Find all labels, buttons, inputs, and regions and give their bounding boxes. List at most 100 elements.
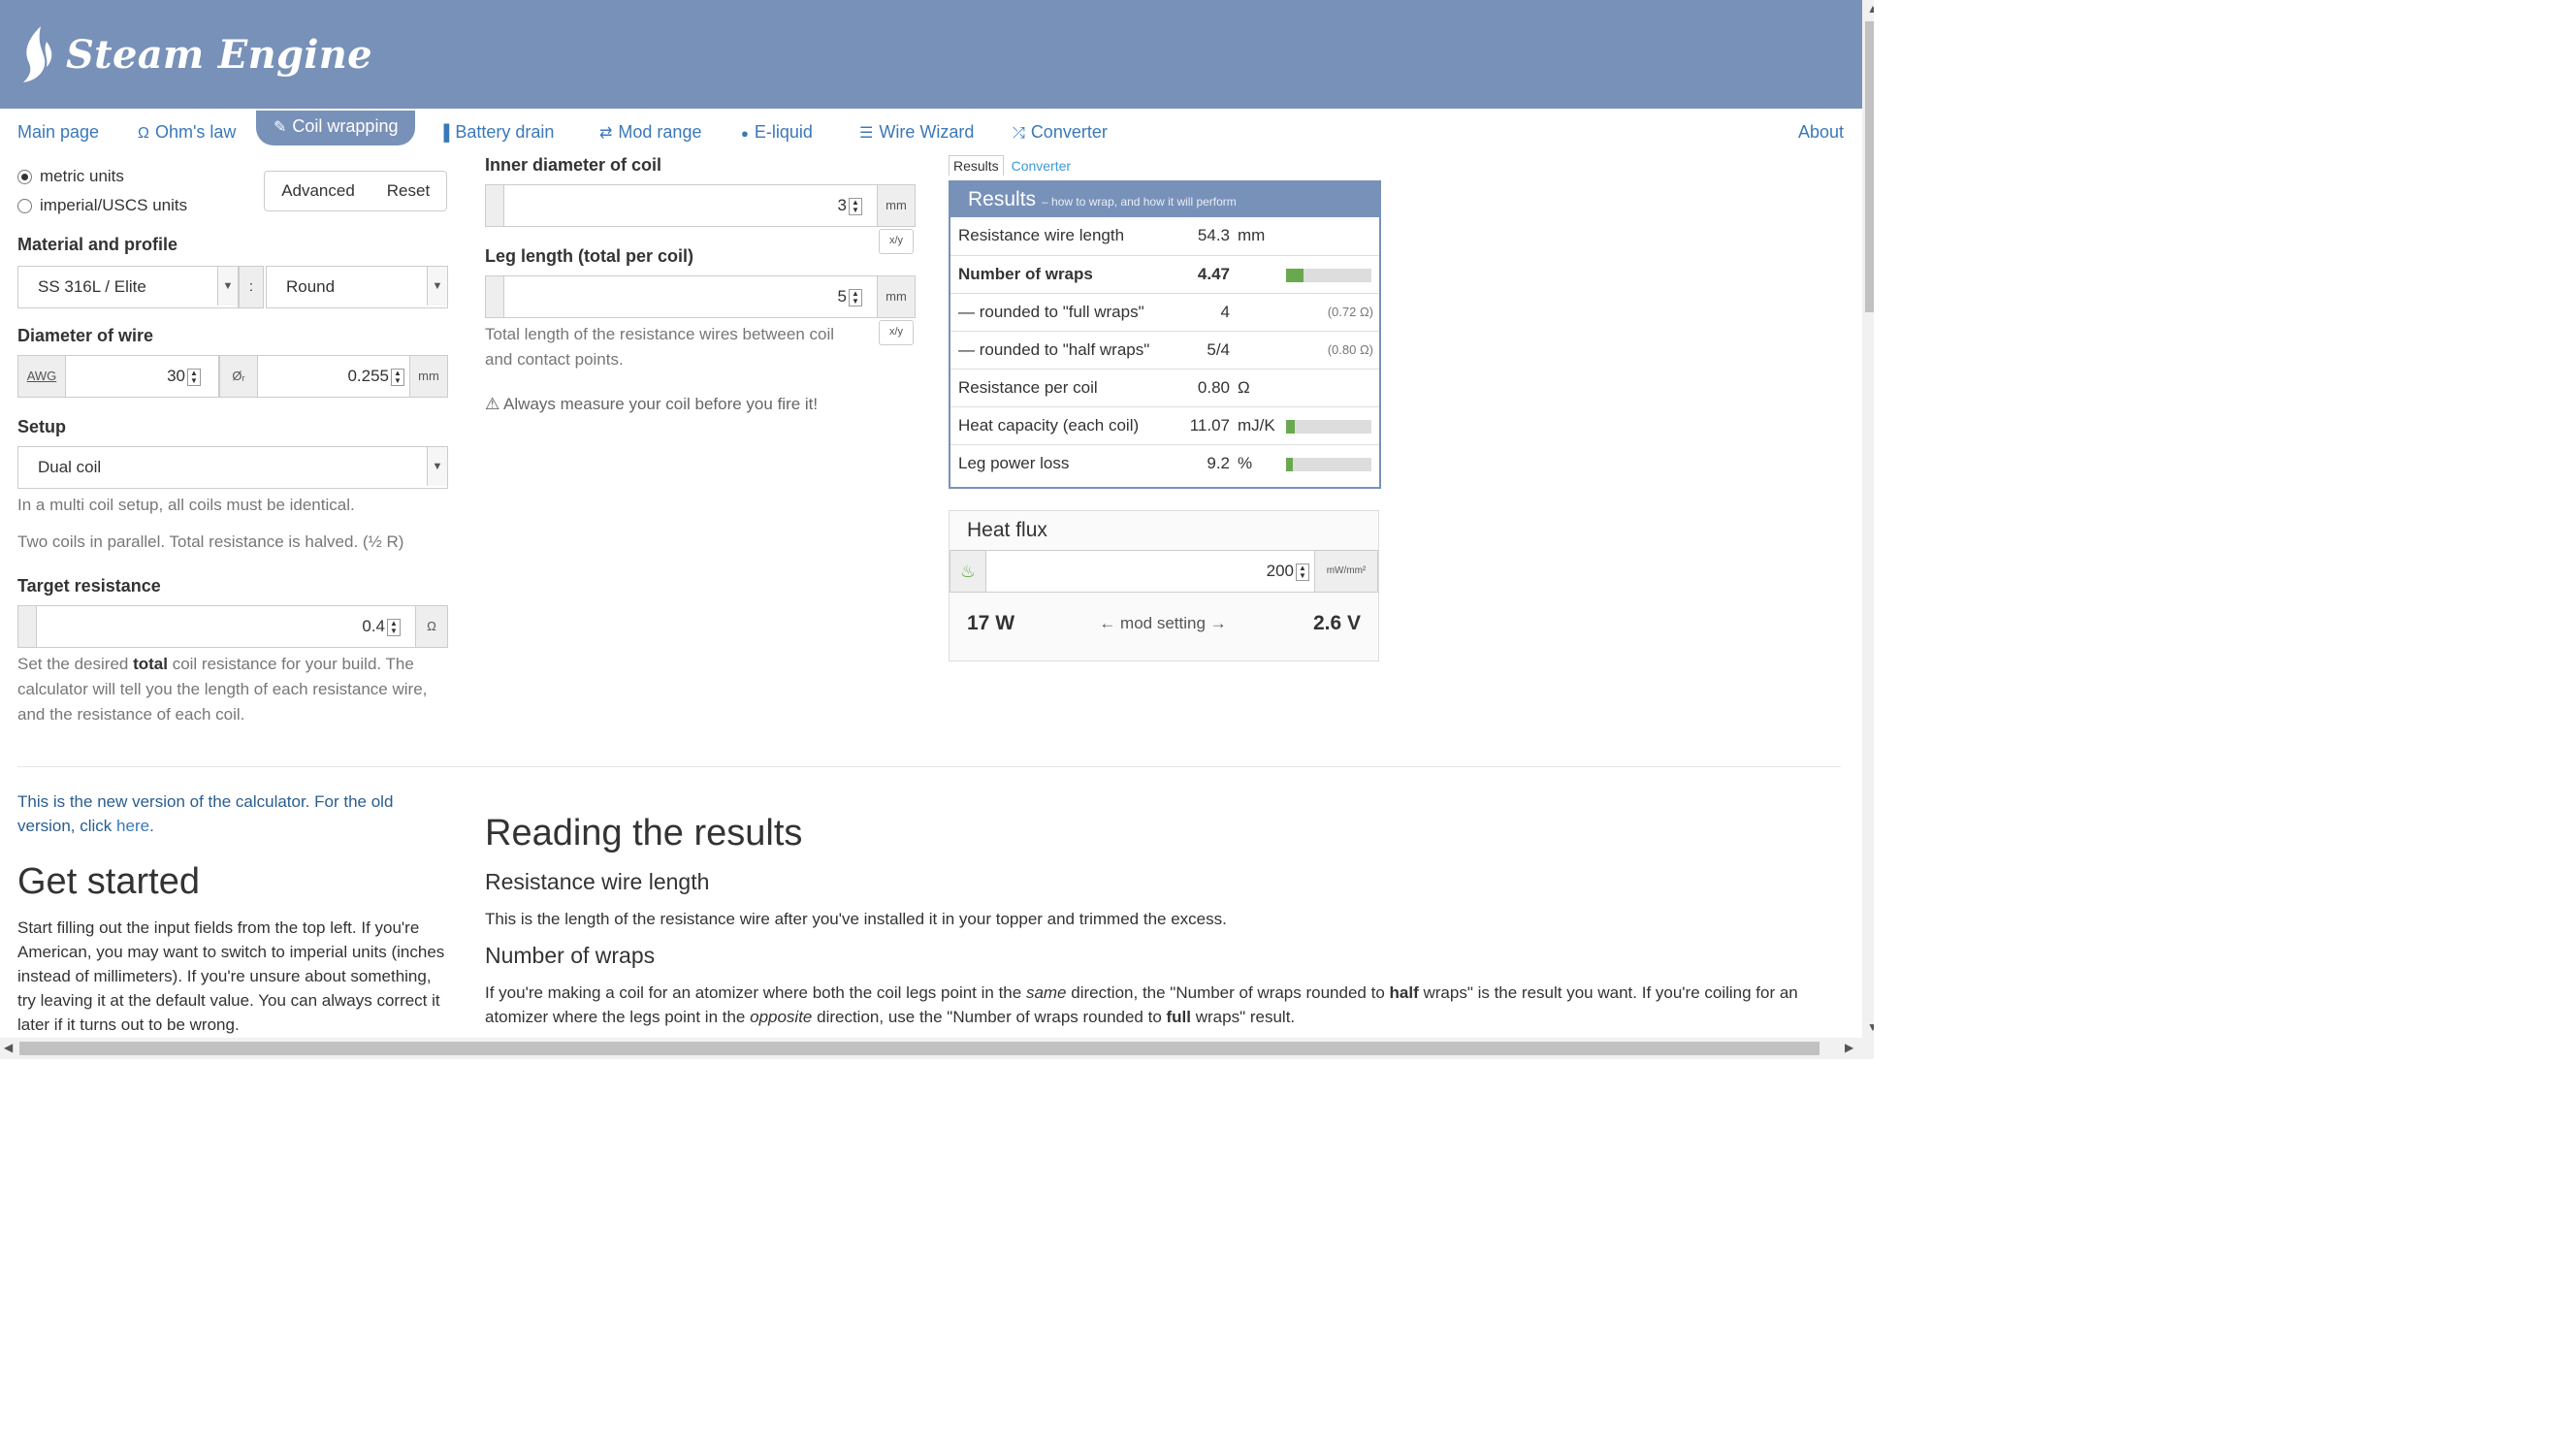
spinner-icon[interactable]: ▲ ▼ bbox=[849, 197, 862, 215]
scroll-down-icon[interactable]: ▼ bbox=[1867, 1020, 1874, 1034]
inner-diameter-input[interactable]: 3 ▲ ▼ bbox=[507, 185, 862, 226]
nav-mod-range[interactable]: ⇄ Mod range bbox=[599, 116, 701, 147]
result-row-full-wraps: — rounded to "full wraps" 4 (0.72 Ω) bbox=[950, 293, 1379, 331]
nav-label: Converter bbox=[1030, 122, 1108, 142]
result-unit: % bbox=[1238, 454, 1253, 472]
horizontal-scrollbar[interactable]: ◀ ▶ bbox=[0, 1038, 1862, 1059]
nav-converter[interactable]: ⤮ Converter bbox=[1013, 116, 1108, 147]
material-select[interactable]: SS 316L / Elite ▼ bbox=[17, 266, 239, 308]
setup-description: Two coils in parallel. Total resistance … bbox=[17, 532, 404, 551]
old-version-link[interactable]: here bbox=[116, 817, 149, 835]
site-logo[interactable]: Steam Engine bbox=[17, 23, 372, 85]
warning-text: Always measure your coil before you fire… bbox=[503, 395, 819, 413]
spinner-icon[interactable]: ▲ ▼ bbox=[391, 368, 404, 386]
diameter-label: Diameter of wire bbox=[17, 326, 154, 345]
scroll-right-icon[interactable]: ▶ bbox=[1845, 1041, 1853, 1054]
reading-results-heading: Reading the results bbox=[485, 813, 803, 853]
results-subtitle: – how to wrap, and how it will perform bbox=[1042, 195, 1237, 209]
input-left-addon bbox=[486, 185, 504, 226]
leg-length-note: Total length of the resistance wires bet… bbox=[485, 325, 835, 369]
scroll-up-icon[interactable]: ▲ bbox=[1867, 2, 1874, 16]
horizontal-scroll-thumb[interactable] bbox=[19, 1042, 1819, 1055]
number-of-wraps-text: If you're making a coil for an atomizer … bbox=[485, 981, 1843, 1029]
advanced-button[interactable]: Advanced bbox=[264, 171, 372, 211]
nav-wire-wizard[interactable]: ☰ Wire Wizard bbox=[859, 116, 974, 147]
paragraph-text: direction, the "Number of wraps rounded … bbox=[1066, 983, 1390, 1002]
warning-icon: ⚠ bbox=[485, 395, 500, 413]
radio-label: imperial/USCS units bbox=[40, 196, 188, 214]
resistance-wire-length-heading: Resistance wire length bbox=[485, 869, 710, 894]
tab-results[interactable]: Results bbox=[949, 155, 1004, 176]
wire-diameter-value: 0.255 bbox=[347, 367, 389, 385]
radio-label: metric units bbox=[40, 167, 124, 185]
nav-battery-drain[interactable]: ▐ Battery drain bbox=[438, 116, 554, 147]
browser-viewport: Steam Engine Main page Ω Ohm's law ✎ Coil … bbox=[0, 0, 1874, 1059]
chevron-down-icon: ▼ bbox=[427, 447, 447, 486]
ohm-addon: Ω bbox=[415, 606, 447, 647]
heat-flux-input[interactable]: 200 ▲ ▼ bbox=[989, 551, 1309, 592]
heat-capacity-bar-fill bbox=[1286, 420, 1295, 434]
result-name: Number of wraps bbox=[958, 265, 1093, 283]
result-row-number-of-wraps: Number of wraps 4.47 bbox=[950, 255, 1379, 293]
vertical-scroll-thumb[interactable] bbox=[1865, 21, 1874, 312]
target-resistance-value: 0.4 bbox=[362, 617, 385, 635]
inner-diameter-fraction-toggle[interactable]: x/y bbox=[879, 229, 914, 254]
result-value: 54.3 bbox=[1197, 226, 1230, 244]
spinner-icon[interactable]: ▲ ▼ bbox=[849, 288, 862, 306]
flame-icon: ♨ bbox=[950, 551, 986, 592]
inner-diameter-input-group: 3 ▲ ▼ mm bbox=[485, 184, 916, 227]
scroll-left-icon[interactable]: ◀ bbox=[4, 1041, 13, 1054]
target-resistance-help: Set the desired total coil resistance fo… bbox=[17, 652, 448, 727]
tab-converter[interactable]: Converter bbox=[1008, 156, 1075, 176]
nav-label: Main page bbox=[17, 122, 100, 142]
nav-main-page[interactable]: Main page bbox=[17, 116, 99, 147]
inputs-column-middle: Inner diameter of coil 3 ▲ ▼ mm x/y Leg le… bbox=[485, 155, 921, 446]
spinner-icon[interactable]: ▲ ▼ bbox=[387, 618, 401, 636]
imperial-units-radio[interactable]: imperial/USCS units bbox=[17, 196, 187, 215]
spinner-icon[interactable]: ▲ ▼ bbox=[187, 368, 201, 386]
awg-value: 30 bbox=[167, 367, 185, 385]
nav-label: Ohm's law bbox=[154, 122, 237, 142]
radio-unchecked-icon bbox=[17, 198, 32, 213]
reset-button[interactable]: Reset bbox=[370, 171, 447, 211]
leg-loss-bar-fill bbox=[1286, 458, 1294, 471]
nav-label: Wire Wizard bbox=[879, 122, 975, 142]
result-row-heat-capacity: Heat capacity (each coil) 11.07 mJ/K bbox=[950, 406, 1379, 444]
select-value: Round bbox=[286, 277, 336, 296]
site-header: Steam Engine bbox=[0, 0, 1862, 109]
wire-diameter-input-group: Øᵣ 0.255 ▲ ▼ mm bbox=[219, 355, 448, 398]
setup-select[interactable]: Dual coil ▼ bbox=[17, 446, 448, 489]
droplet-icon: ● bbox=[741, 126, 749, 141]
target-resistance-input[interactable]: 0.4 ▲ ▼ bbox=[40, 606, 401, 647]
nav-coil-wrapping[interactable]: ✎ Coil wrapping bbox=[256, 111, 416, 145]
result-name: Resistance per coil bbox=[958, 378, 1098, 397]
bar-chart-icon: ▐ bbox=[438, 125, 450, 142]
select-value: Dual coil bbox=[38, 458, 102, 476]
paragraph-text: If you're making a coil for an atomizer … bbox=[485, 983, 1026, 1002]
heat-flux-unit: mW/mm² bbox=[1314, 551, 1377, 592]
leg-length-input[interactable]: 5 ▲ ▼ bbox=[507, 276, 862, 317]
radio-checked-icon bbox=[17, 169, 32, 184]
wire-diameter-input[interactable]: 0.255 ▲ ▼ bbox=[259, 356, 404, 397]
vertical-scrollbar[interactable]: ▲ ▼ bbox=[1862, 0, 1874, 1059]
leg-length-fraction-toggle[interactable]: x/y bbox=[879, 320, 914, 345]
result-value: 5/4 bbox=[1207, 340, 1230, 359]
target-resistance-input-group: 0.4 ▲ ▼ Ω bbox=[17, 605, 448, 648]
heat-flux-input-group: ♨ 200 ▲ ▼ mW/mm² bbox=[950, 550, 1378, 593]
metric-units-radio[interactable]: metric units bbox=[17, 167, 124, 186]
main-nav: Main page Ω Ohm's law ✎ Coil wrapping ▐ Bat… bbox=[0, 111, 1862, 149]
omega-icon: Ω bbox=[138, 125, 149, 142]
result-name: Resistance wire length bbox=[958, 226, 1125, 244]
nav-ohms-law[interactable]: Ω Ohm's law bbox=[138, 116, 236, 147]
heat-flux-panel: Heat flux ♨ 200 ▲ ▼ mW/mm² 17 W ← mod sett… bbox=[949, 510, 1379, 661]
nav-e-liquid[interactable]: ● E-liquid bbox=[741, 116, 813, 147]
spinner-icon[interactable]: ▲ ▼ bbox=[1296, 563, 1309, 581]
material-separator: : bbox=[239, 266, 264, 308]
leg-length-value: 5 bbox=[837, 287, 847, 306]
awg-input[interactable]: 30 ▲ ▼ bbox=[69, 356, 201, 397]
number-of-wraps-heading: Number of wraps bbox=[485, 943, 656, 968]
results-tabs: Results Converter bbox=[949, 155, 1075, 178]
nav-about[interactable]: About bbox=[1798, 116, 1844, 147]
bold-text: half bbox=[1389, 983, 1419, 1002]
profile-select[interactable]: Round ▼ bbox=[266, 266, 448, 308]
